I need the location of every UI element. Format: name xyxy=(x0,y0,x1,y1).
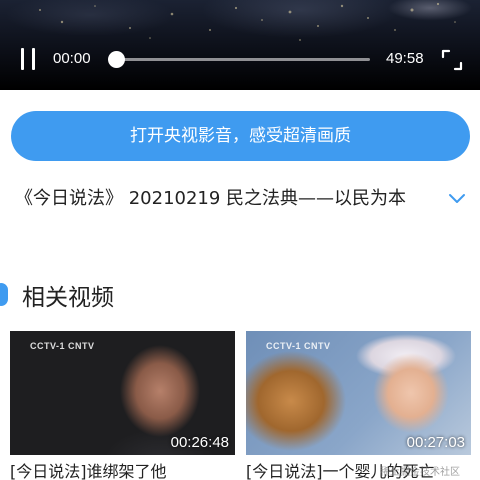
video-duration: 00:27:03 xyxy=(406,434,465,451)
fullscreen-icon xyxy=(441,49,463,71)
pause-icon xyxy=(21,48,24,70)
pause-icon-bar xyxy=(32,48,35,70)
chevron-down-icon xyxy=(449,194,465,203)
page: 00:00 49:58 打开央视影音，感受超清画质 《今日说法》 2021021… xyxy=(0,0,480,480)
video-card-title: [今日说法]谁绑架了他 xyxy=(10,462,167,480)
current-time: 00:00 xyxy=(53,50,91,67)
section-marker xyxy=(0,283,8,306)
total-time: 49:58 xyxy=(386,50,424,67)
expand-description-button[interactable] xyxy=(446,190,468,208)
progress-bar[interactable] xyxy=(116,58,370,61)
video-title: 《今日说法》 20210219 民之法典——以民为本 xyxy=(15,188,407,209)
video-duration: 00:26:48 xyxy=(170,434,229,451)
related-video-card[interactable]: CCTV-1 CNTV 00:26:48 [今日说法]谁绑架了他 xyxy=(10,331,235,480)
progress-handle[interactable] xyxy=(108,51,125,68)
pause-button[interactable] xyxy=(18,48,40,70)
channel-logo: CCTV-1 CNTV xyxy=(30,341,95,351)
video-frame xyxy=(39,2,456,41)
open-app-button[interactable]: 打开央视影音，感受超清画质 xyxy=(11,111,470,161)
related-video-card[interactable]: CCTV-1 CNTV 00:27:03 [今日说法]一个婴儿的死亡 xyxy=(246,331,471,480)
watermark: 稀土掘金技术社区 xyxy=(380,467,460,478)
section-title: 相关视频 xyxy=(22,285,114,311)
video-thumbnail: CCTV-1 CNTV 00:26:48 xyxy=(10,331,235,455)
channel-logo: CCTV-1 CNTV xyxy=(266,341,331,351)
video-player[interactable]: 00:00 49:58 xyxy=(0,0,480,90)
video-thumbnail: CCTV-1 CNTV 00:27:03 xyxy=(246,331,471,455)
fullscreen-button[interactable] xyxy=(440,48,464,72)
